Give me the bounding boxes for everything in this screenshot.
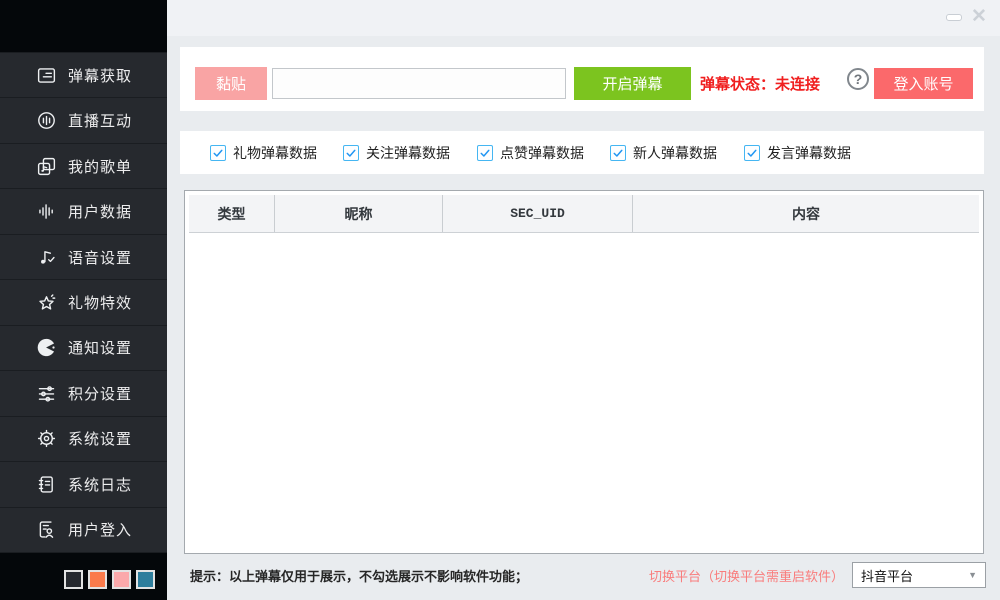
sidebar-item-system-settings[interactable]: 系统设置 [0,417,167,462]
login-button[interactable]: 登入账号 [874,68,973,99]
filter-label: 关注弹幕数据 [366,143,450,163]
sidebar-item-label: 系统设置 [68,428,132,449]
checkbox-checked-icon [477,145,493,161]
sidebar-item-danmaku-fetch[interactable]: 弹幕获取 [0,52,167,98]
notify-settings-icon [36,337,57,358]
sidebar-item-label: 我的歌单 [68,156,132,177]
filter-label: 发言弹幕数据 [767,143,851,163]
theme-swatch-dark[interactable] [64,570,83,589]
sidebar-item-label: 礼物特效 [68,292,132,313]
sidebar-item-system-log[interactable]: 系统日志 [0,462,167,507]
column-header-type[interactable]: 类型 [189,195,275,232]
gift-effect-icon [36,292,57,313]
close-button[interactable]: ✕ [968,4,990,30]
sidebar-item-voice-settings[interactable]: 语音设置 [0,235,167,280]
theme-palette [64,570,155,589]
filter-panel: 礼物弹幕数据 关注弹幕数据 点赞弹幕数据 新人弹幕数据 发言弹幕数据 [180,131,984,174]
app-window: 弹幕获取 直播互动 我的歌单 用户数据 语音设置 礼物特效 [0,0,1000,600]
checkbox-checked-icon [343,145,359,161]
filter-follow-danmaku[interactable]: 关注弹幕数据 [343,131,450,174]
sidebar-item-label: 系统日志 [68,474,132,495]
user-login-icon [36,519,57,540]
danmaku-list-icon [36,65,57,86]
sidebar-item-points-settings[interactable]: 积分设置 [0,371,167,416]
theme-swatch-orange[interactable] [88,570,107,589]
logo-area [0,0,167,52]
filter-gift-danmaku[interactable]: 礼物弹幕数据 [210,131,317,174]
theme-swatch-teal[interactable] [136,570,155,589]
column-header-content[interactable]: 内容 [633,195,979,232]
checkbox-checked-icon [610,145,626,161]
sidebar: 弹幕获取 直播互动 我的歌单 用户数据 语音设置 礼物特效 [0,0,167,600]
column-header-sec-uid[interactable]: SEC_UID [443,195,633,232]
room-url-input[interactable] [272,68,566,99]
voice-settings-icon [36,247,57,268]
filter-chat-danmaku[interactable]: 发言弹幕数据 [744,131,851,174]
filter-newcomer-danmaku[interactable]: 新人弹幕数据 [610,131,717,174]
checkbox-checked-icon [210,145,226,161]
platform-select-value: 抖音平台 [861,566,913,585]
checkbox-checked-icon [744,145,760,161]
platform-select[interactable]: 抖音平台 ▼ [852,562,986,588]
user-data-icon [36,201,57,222]
playlist-icon [36,156,57,177]
minimize-button[interactable] [946,14,962,21]
sidebar-item-my-playlist[interactable]: 我的歌单 [0,144,167,189]
danmaku-table: 类型 昵称 SEC_UID 内容 [184,190,984,554]
theme-palette-area [0,553,167,600]
theme-swatch-pink[interactable] [112,570,131,589]
chevron-down-icon: ▼ [968,570,977,580]
main-area: ✕ 黏贴 开启弹幕 弹幕状态：未连接 ? 登入账号 礼物弹幕数据 关注弹幕数据 … [167,0,1000,600]
sidebar-item-label: 用户数据 [68,201,132,222]
live-interact-icon [36,110,57,131]
sidebar-item-user-data[interactable]: 用户数据 [0,189,167,234]
sidebar-item-live-interaction[interactable]: 直播互动 [0,98,167,143]
sidebar-item-label: 直播互动 [68,110,132,131]
sidebar-nav: 弹幕获取 直播互动 我的歌单 用户数据 语音设置 礼物特效 [0,52,167,553]
filter-label: 礼物弹幕数据 [233,143,317,163]
sidebar-item-notification-settings[interactable]: 通知设置 [0,326,167,371]
system-settings-icon [36,428,57,449]
sidebar-item-label: 通知设置 [68,337,132,358]
system-log-icon [36,474,57,495]
help-icon[interactable]: ? [847,68,869,90]
start-danmaku-button[interactable]: 开启弹幕 [574,67,691,100]
table-body-empty [189,233,979,549]
sidebar-item-user-login[interactable]: 用户登入 [0,508,167,553]
filter-label: 点赞弹幕数据 [500,143,584,163]
points-settings-icon [36,383,57,404]
connection-panel: 黏贴 开启弹幕 弹幕状态：未连接 ? 登入账号 [180,47,984,111]
danmaku-status-text: 弹幕状态：未连接 [700,73,820,94]
sidebar-item-label: 积分设置 [68,383,132,404]
switch-platform-text: 切换平台（切换平台需重启软件） [649,566,844,585]
sidebar-item-label: 用户登入 [68,519,132,540]
column-header-nickname[interactable]: 昵称 [275,195,443,232]
table-header-row: 类型 昵称 SEC_UID 内容 [189,195,979,233]
filter-label: 新人弹幕数据 [633,143,717,163]
sidebar-item-label: 弹幕获取 [68,65,132,86]
footer-tip-text: 提示：以上弹幕仅用于展示，不勾选展示不影响软件功能； [190,566,528,585]
paste-button[interactable]: 黏贴 [195,67,267,100]
sidebar-item-label: 语音设置 [68,247,132,268]
filter-like-danmaku[interactable]: 点赞弹幕数据 [477,131,584,174]
sidebar-item-gift-effects[interactable]: 礼物特效 [0,280,167,325]
titlebar: ✕ [167,0,1000,36]
